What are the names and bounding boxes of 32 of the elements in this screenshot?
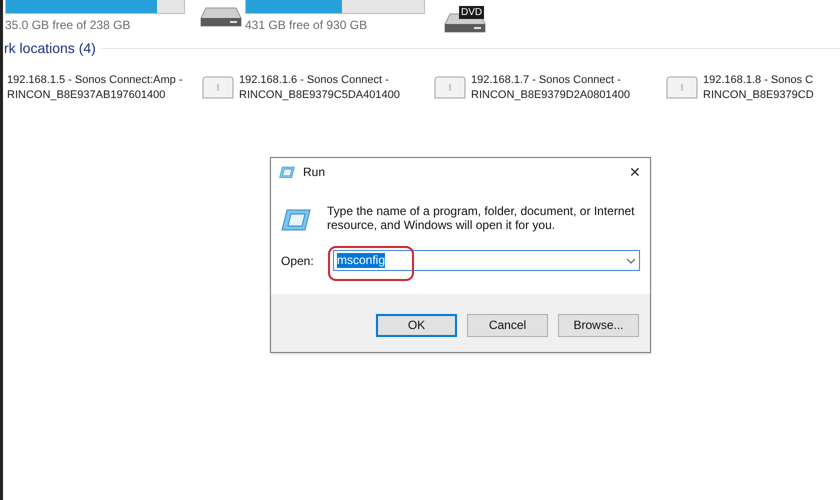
item-name: 192.168.1.8 - Sonos C bbox=[703, 73, 814, 88]
run-icon bbox=[281, 208, 311, 232]
free-space-text: 431 GB free of 930 GB bbox=[245, 17, 368, 34]
item-name: 192.168.1.5 - Sonos Connect:Amp - bbox=[7, 73, 184, 88]
item-name: 192.168.1.7 - Sonos Connect - bbox=[471, 73, 622, 88]
section-heading: rk locations (4) bbox=[4, 39, 96, 58]
free-space-text: 35.0 GB free of 238 GB bbox=[5, 17, 132, 34]
chevron-down-icon[interactable] bbox=[626, 258, 636, 264]
network-location-item[interactable]: 192.168.1.8 - Sonos C RINCON_B8E9379CD bbox=[665, 73, 840, 103]
open-label: Open: bbox=[281, 252, 315, 270]
dialog-button[interactable]: Browse... bbox=[558, 314, 639, 336]
description-text: Type the name of a program, folder, document, or Internet resource, and Windows will open it for you. bbox=[327, 204, 636, 232]
network-location-item[interactable]: 192.168.1.6 - Sonos Connect - RINCON_B8E9379C5DA401400 bbox=[201, 73, 429, 103]
item-id: RINCON_B8E9379D2A0801400 bbox=[471, 88, 631, 103]
item-id: RINCON_B8E937AB197601400 bbox=[7, 88, 166, 103]
dialog-button[interactable]: OK bbox=[376, 314, 457, 336]
selected-command-text: msconfig bbox=[337, 253, 386, 268]
device-icon bbox=[665, 76, 699, 100]
command-combobox[interactable]: msconfig bbox=[333, 250, 640, 271]
device-icon bbox=[433, 76, 467, 100]
device-icon bbox=[201, 76, 235, 100]
window-title: Run bbox=[303, 164, 326, 181]
run-icon bbox=[279, 166, 295, 178]
network-location-item[interactable]: 192.168.1.7 - Sonos Connect - RINCON_B8E9379D2A0801400 bbox=[433, 73, 661, 103]
dvd-badge: DVD bbox=[459, 6, 484, 19]
item-name: 192.168.1.6 - Sonos Connect - bbox=[239, 73, 390, 88]
close-button[interactable]: ✕ bbox=[620, 158, 650, 186]
dialog-button[interactable]: Cancel bbox=[467, 314, 548, 336]
drive-icon bbox=[200, 6, 242, 28]
network-location-item[interactable]: 192.168.1.5 - Sonos Connect:Amp - RINCON_B8E937AB197601400 bbox=[7, 73, 197, 103]
item-id: RINCON_B8E9379CD bbox=[703, 88, 815, 103]
item-id: RINCON_B8E9379C5DA401400 bbox=[239, 88, 401, 103]
